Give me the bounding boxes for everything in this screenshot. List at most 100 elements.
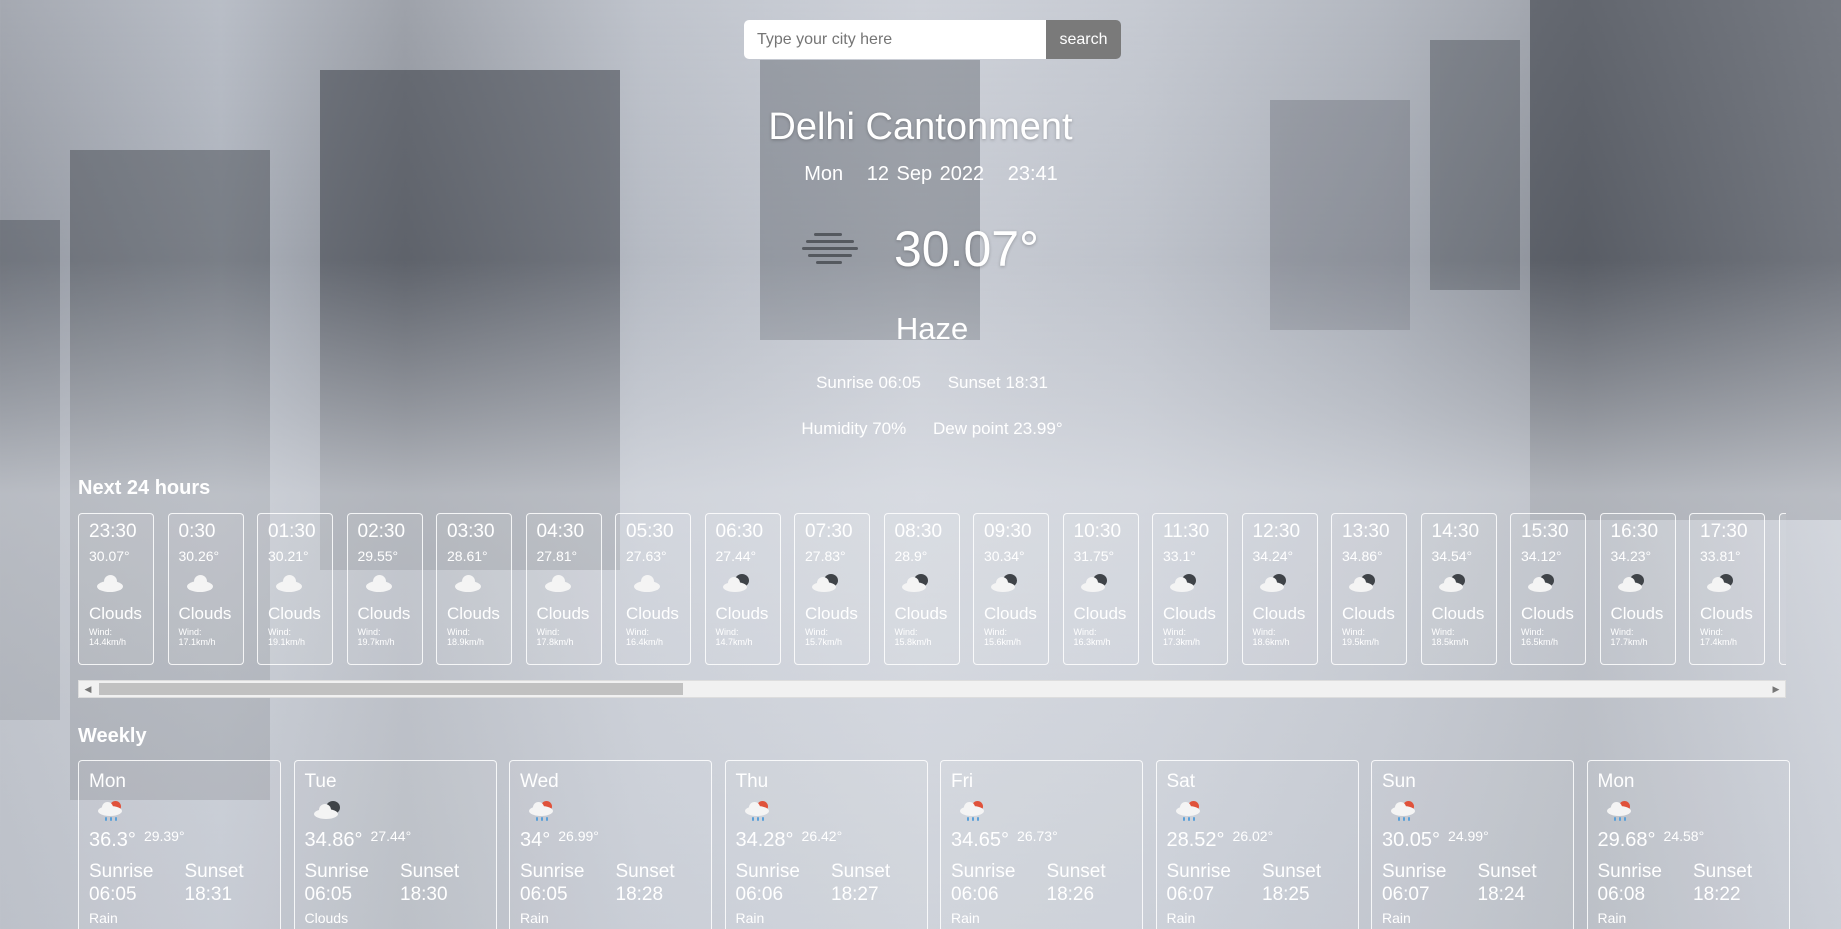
weekly-condition: Rain <box>951 910 980 926</box>
current-temperature-row: 30.07° <box>0 220 1841 278</box>
hourly-wind: Wind: 15.7km/h <box>805 627 869 647</box>
weekly-temperatures: 34.86° 27.44° <box>304 828 496 852</box>
broken-cloud-icon <box>1706 572 1736 594</box>
weekly-sunrise-label: Sunrise <box>1166 861 1231 882</box>
hourly-wind-label: Wind: <box>1342 627 1366 637</box>
hourly-description: Clouds <box>1073 604 1127 623</box>
weekly-sunset-label: Sunset <box>1693 861 1753 882</box>
weekly-temperatures: 30.05° 24.99° <box>1382 828 1573 852</box>
weekly-card: Fri 34.65° 26.73° Sunrise 06:06 Sunset 18:26 Ra… <box>940 760 1143 929</box>
current-time: 23:41 <box>1007 163 1058 185</box>
hourly-wind-label: Wind: <box>1073 627 1097 637</box>
weekly-sunrise-time: 06:05 <box>520 884 568 905</box>
hourly-forecast-list[interactable]: 23:30 30.07° Clouds Wind: 14.4km/h 0:30 30.26°… <box>78 513 1786 667</box>
rain-icon <box>959 799 987 821</box>
hourly-description: Clouds <box>1163 604 1216 623</box>
hourly-card: 08:30 28.9° Clouds Wind: 15.8km/h <box>883 513 960 665</box>
weekly-max-temp: 34° <box>520 829 551 851</box>
city-search-input[interactable] <box>744 20 1046 59</box>
hourly-wind-speed: 18.6km/h <box>1252 637 1290 647</box>
hourly-wind: Wind: 15.6km/h <box>984 627 1048 647</box>
hourly-wind-speed: 17.1km/h <box>178 637 216 647</box>
hourly-wind-label: Wind: <box>268 627 292 637</box>
weekly-card: Sat 28.52° 26.02° Sunrise 06:07 Sunset 18:25 Ra… <box>1155 760 1359 929</box>
search-button[interactable]: search <box>1046 20 1121 59</box>
hourly-wind: Wind: 17.1km/h <box>179 627 243 647</box>
weekly-min-temp: 29.39° <box>143 828 185 844</box>
weekly-min-temp: 26.99° <box>558 828 599 844</box>
hourly-temperature: 30.07° <box>89 548 130 564</box>
hourly-time: 02:30 <box>357 521 406 542</box>
weekly-min-temp: 27.44° <box>370 828 412 844</box>
hourly-description: Clouds <box>447 604 500 623</box>
hourly-temperature: 34.24° <box>1252 548 1294 564</box>
hourly-time: 16:30 <box>1610 521 1659 542</box>
rain-icon <box>97 799 125 821</box>
hourly-wind: Wind: 19.5km/h <box>1342 627 1406 647</box>
weekly-max-temp: 28.52° <box>1166 829 1225 851</box>
weekly-sun-times: Sunrise 06:07 Sunset 18:24 <box>1382 860 1573 906</box>
weekly-min-temp: 26.73° <box>1017 828 1058 844</box>
hourly-wind: Wind: 19.1km/h <box>268 627 332 647</box>
hourly-wind-label: Wind: <box>536 627 560 637</box>
hourly-wind-speed: 19.5km/h <box>1342 637 1380 647</box>
current-date: 12 Sep 2022 <box>866 163 985 185</box>
rain-icon <box>1175 799 1203 821</box>
weekly-day: Wed <box>520 771 559 792</box>
hourly-wind-label: Wind: <box>805 627 829 637</box>
sunset-time: Sunset 18:31 <box>947 373 1048 392</box>
hourly-wind: Wind: 17.3km/h <box>1163 627 1227 647</box>
weekly-sun-times: Sunrise 06:05 Sunset 18:28 <box>520 860 711 906</box>
rain-icon <box>1390 799 1418 821</box>
cloud-icon <box>185 572 215 594</box>
hourly-wind-label: Wind: <box>357 627 381 637</box>
weekly-day: Sat <box>1166 771 1196 792</box>
hourly-card: 10:30 31.75° Clouds Wind: 16.3km/h <box>1062 513 1139 665</box>
hourly-description: Clouds <box>536 604 590 623</box>
scroll-left-arrow-icon[interactable]: ◀ <box>80 681 96 697</box>
hourly-wind-speed: 16.4km/h <box>626 637 664 647</box>
hourly-wind-speed: 18.9km/h <box>447 637 485 647</box>
weekly-sunrise-label: Sunrise <box>520 861 585 882</box>
weekly-sunrise-time: 06:05 <box>304 884 353 905</box>
hourly-card: 17:30 33.81° Clouds Wind: 17.4km/h <box>1689 513 1765 665</box>
weekly-sunset-label: Sunset <box>615 861 675 882</box>
weekly-condition: Clouds <box>304 910 349 926</box>
hourly-wind-speed: 14.7km/h <box>715 637 753 647</box>
hourly-description: Clouds <box>1342 604 1395 623</box>
humidity: Humidity 70% <box>801 419 907 438</box>
hourly-card: 02:30 29.55° Clouds Wind: 19.7km/h <box>346 513 423 665</box>
hourly-card: 03:30 28.61° Clouds Wind: 18.9km/h <box>436 513 512 665</box>
hourly-time: 14:30 <box>1431 521 1480 542</box>
hourly-time: 03:30 <box>447 521 495 542</box>
scroll-right-arrow-icon[interactable]: ▶ <box>1768 681 1784 697</box>
cloud-icon <box>364 572 394 594</box>
hourly-description: Clouds <box>715 604 769 623</box>
weekly-sunrise-label: Sunrise <box>304 861 369 882</box>
hourly-card: 12:30 34.24° Clouds Wind: 18.6km/h <box>1241 513 1318 665</box>
dew-point: Dew point 23.99° <box>932 419 1063 438</box>
weekly-day: Sun <box>1382 771 1416 792</box>
hourly-time: 06:30 <box>715 521 764 542</box>
hourly-scrollbar[interactable]: ◀ ▶ <box>78 680 1786 698</box>
weekly-max-temp: 29.68° <box>1597 829 1656 851</box>
weekly-sunset-label: Sunset <box>831 861 891 882</box>
weekly-temperatures: 29.68° 24.58° <box>1597 828 1789 852</box>
hourly-wind: Wind: 17.4km/h <box>1700 627 1764 647</box>
weekly-sunset-label: Sunset <box>184 861 244 882</box>
hourly-wind: Wind: 19.7km/h <box>358 627 422 647</box>
weekly-sunset-label: Sunset <box>400 861 460 882</box>
scrollbar-thumb[interactable] <box>99 683 683 695</box>
hourly-card: 09:30 30.34° Clouds Wind: 15.6km/h <box>973 513 1049 665</box>
weekly-temperatures: 34.65° 26.73° <box>951 828 1142 852</box>
hourly-description: Clouds <box>984 604 1037 623</box>
hourly-description: Clouds <box>268 604 321 623</box>
hourly-wind-label: Wind: <box>984 627 1008 637</box>
hourly-wind-label: Wind: <box>894 627 918 637</box>
hourly-temperature: 27.63° <box>626 548 667 564</box>
weekly-max-temp: 34.86° <box>304 829 363 851</box>
weekly-day: Tue <box>304 771 337 792</box>
weekly-sun-times: Sunrise 06:08 Sunset 18:22 <box>1598 860 1789 906</box>
weekly-sunrise-label: Sunrise <box>735 861 800 882</box>
weekly-sun-times: Sunrise 06:05 Sunset 18:31 <box>89 860 280 906</box>
